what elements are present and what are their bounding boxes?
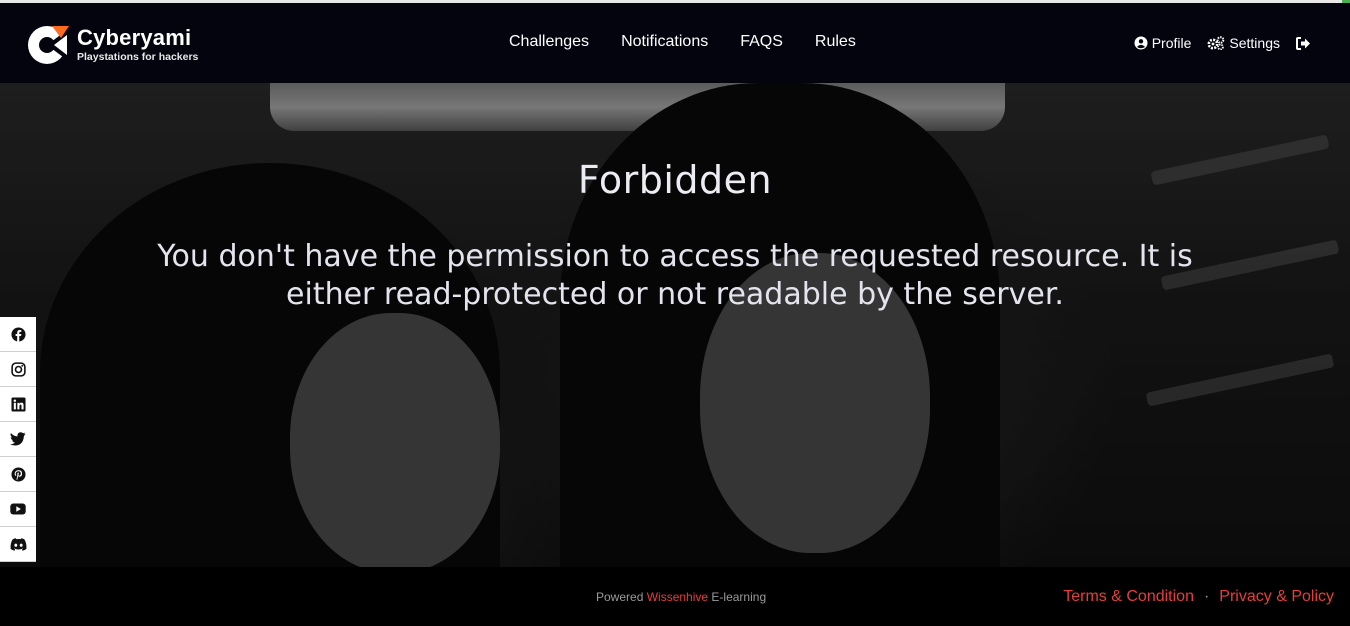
brand-name: Cyberyami — [77, 24, 192, 50]
powered-suffix: E-learning — [711, 590, 767, 604]
twitter-icon — [10, 432, 26, 446]
sign-out-icon — [1296, 36, 1310, 50]
powered-by: Powered Wissenhive E-learning — [596, 590, 766, 604]
profile-link[interactable]: Profile — [1134, 35, 1192, 51]
wissenhive-link[interactable]: Wissenhive — [647, 590, 708, 604]
facebook-icon — [10, 326, 26, 342]
cyberyami-logo-icon — [28, 26, 71, 64]
error-message: You don't have the permission to access … — [157, 239, 1193, 312]
youtube-link[interactable] — [0, 492, 36, 527]
error-content: Forbidden You don't have the permission … — [0, 83, 1350, 314]
settings-link[interactable]: Settings — [1207, 35, 1280, 51]
linkedin-link[interactable] — [0, 387, 36, 422]
privacy-link[interactable]: Privacy & Policy — [1219, 588, 1334, 606]
user-nav: Profile Settings — [1118, 35, 1315, 51]
pinterest-link[interactable] — [0, 457, 36, 492]
brand-tagline: Playstations for hackers — [77, 50, 199, 63]
nav-rules[interactable]: Rules — [815, 33, 856, 51]
page-title: Forbidden — [577, 158, 773, 202]
youtube-icon — [10, 503, 26, 515]
facebook-link[interactable] — [0, 317, 36, 352]
discord-icon — [10, 537, 26, 551]
top-header: Cyberyami Playstations for hackers Chall… — [0, 3, 1350, 83]
linkedin-icon — [10, 396, 26, 412]
footer-separator: · — [1203, 588, 1210, 605]
social-sidebar — [0, 317, 36, 562]
legal-links: Terms & Condition · Privacy & Policy — [1063, 588, 1334, 606]
main-nav: Challenges Notifications FAQS Rules — [509, 33, 888, 51]
powered-prefix: Powered — [596, 590, 644, 604]
terms-link[interactable]: Terms & Condition — [1063, 588, 1194, 606]
logo[interactable]: Cyberyami Playstations for hackers — [25, 21, 198, 67]
profile-label: Profile — [1151, 35, 1192, 51]
settings-label: Settings — [1229, 35, 1280, 51]
pinterest-icon — [10, 466, 26, 482]
instagram-link[interactable] — [0, 352, 36, 387]
instagram-icon — [10, 361, 26, 377]
user-circle-icon — [1134, 36, 1148, 50]
nav-challenges[interactable]: Challenges — [509, 33, 589, 51]
footer: Powered Wissenhive E-learning Terms & Co… — [0, 567, 1350, 626]
nav-faqs[interactable]: FAQS — [740, 33, 783, 51]
nav-notifications[interactable]: Notifications — [621, 33, 708, 51]
logout-button[interactable] — [1296, 36, 1315, 50]
twitter-link[interactable] — [0, 422, 36, 457]
discord-link[interactable] — [0, 527, 36, 562]
cogs-icon — [1207, 36, 1225, 50]
